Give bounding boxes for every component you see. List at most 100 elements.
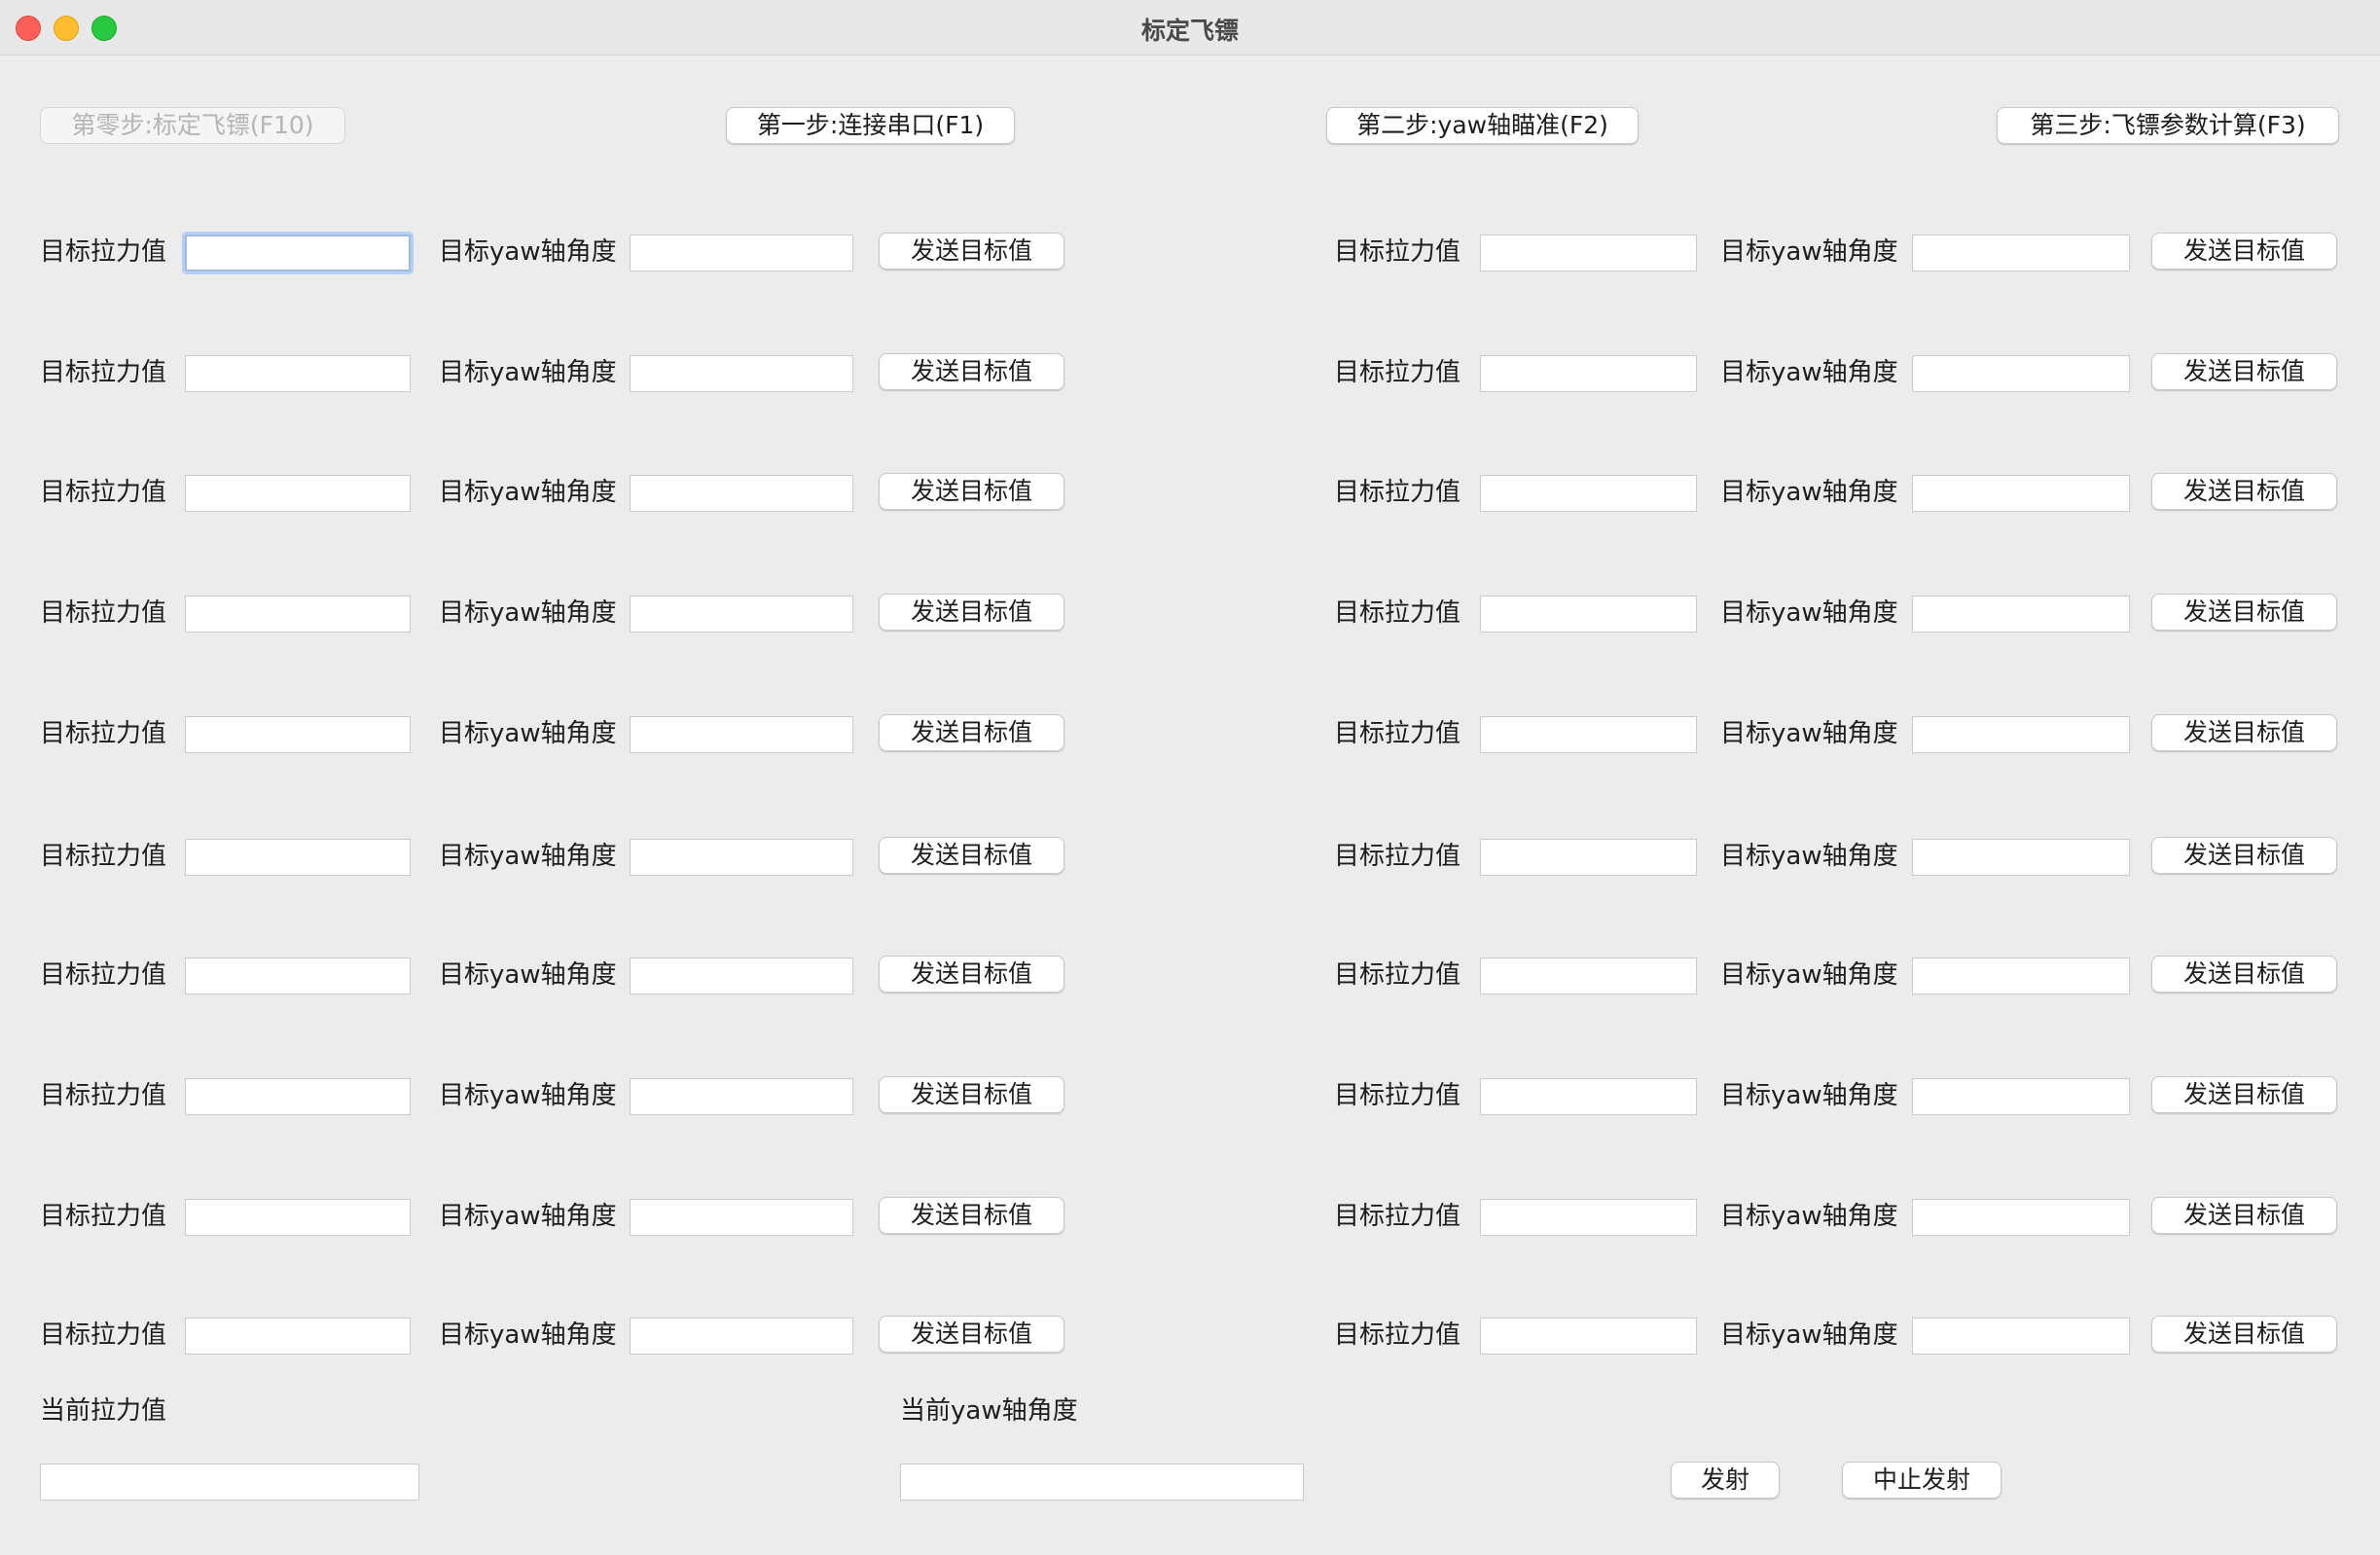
target-yaw-label: 目标yaw轴角度: [439, 237, 617, 267]
send-target-button[interactable]: 发送目标值: [879, 353, 1064, 390]
window-title: 标定飞镖: [1140, 17, 1239, 45]
target-force-input[interactable]: [185, 355, 411, 392]
target-yaw-input[interactable]: [1912, 1318, 2130, 1355]
target-force-input[interactable]: [185, 596, 411, 633]
target-yaw-input[interactable]: [1912, 1199, 2130, 1236]
target-yaw-input[interactable]: [1912, 1078, 2130, 1115]
target-yaw-label: 目标yaw轴角度: [1720, 1202, 1898, 1231]
send-target-button[interactable]: 发送目标值: [2151, 233, 2337, 270]
target-force-label: 目标拉力值: [40, 1320, 167, 1350]
target-force-input[interactable]: [1480, 839, 1697, 876]
target-yaw-input[interactable]: [630, 716, 853, 753]
target-row: 目标拉力值 目标yaw轴角度 发送目标值 目标拉力值 目标yaw轴角度 发送目标值: [0, 353, 2380, 392]
target-yaw-label: 目标yaw轴角度: [439, 960, 617, 990]
target-force-input[interactable]: [185, 235, 411, 271]
target-yaw-label: 目标yaw轴角度: [1720, 598, 1898, 628]
step1-connect-serial-button[interactable]: 第一步:连接串口(F1): [726, 107, 1015, 144]
target-row: 目标拉力值 目标yaw轴角度 发送目标值 目标拉力值 目标yaw轴角度 发送目标值: [0, 233, 2380, 271]
target-force-input[interactable]: [1480, 1318, 1697, 1355]
target-force-input[interactable]: [1480, 355, 1697, 392]
target-row: 目标拉力值 目标yaw轴角度 发送目标值 目标拉力值 目标yaw轴角度 发送目标值: [0, 837, 2380, 876]
current-force-field[interactable]: [40, 1464, 419, 1501]
target-yaw-input[interactable]: [630, 475, 853, 512]
target-force-input[interactable]: [1480, 958, 1697, 994]
send-target-button[interactable]: 发送目标值: [879, 1076, 1064, 1113]
send-target-button[interactable]: 发送目标值: [2151, 1316, 2337, 1353]
target-row: 目标拉力值 目标yaw轴角度 发送目标值 目标拉力值 目标yaw轴角度 发送目标值: [0, 1316, 2380, 1355]
target-force-input[interactable]: [185, 475, 411, 512]
target-yaw-input[interactable]: [630, 355, 853, 392]
target-force-label: 目标拉力值: [1334, 237, 1461, 267]
send-target-button[interactable]: 发送目标值: [879, 837, 1064, 874]
target-force-input[interactable]: [185, 716, 411, 753]
target-yaw-label: 目标yaw轴角度: [1720, 358, 1898, 387]
target-yaw-input[interactable]: [630, 1318, 853, 1355]
target-yaw-label: 目标yaw轴角度: [439, 478, 617, 507]
target-force-label: 目标拉力值: [1334, 1202, 1461, 1231]
send-target-button[interactable]: 发送目标值: [2151, 1197, 2337, 1234]
send-target-button[interactable]: 发送目标值: [2151, 353, 2337, 390]
target-yaw-input[interactable]: [630, 1078, 853, 1115]
target-yaw-input[interactable]: [1912, 355, 2130, 392]
target-row: 目标拉力值 目标yaw轴角度 发送目标值 目标拉力值 目标yaw轴角度 发送目标值: [0, 473, 2380, 512]
target-yaw-input[interactable]: [1912, 716, 2130, 753]
target-force-input[interactable]: [185, 958, 411, 994]
target-row: 目标拉力值 目标yaw轴角度 发送目标值 目标拉力值 目标yaw轴角度 发送目标值: [0, 1197, 2380, 1236]
send-target-button[interactable]: 发送目标值: [879, 1197, 1064, 1234]
target-yaw-input[interactable]: [630, 235, 853, 271]
target-force-input[interactable]: [185, 1199, 411, 1236]
target-force-label: 目标拉力值: [1334, 842, 1461, 871]
target-yaw-input[interactable]: [1912, 839, 2130, 876]
main-content: 第零步:标定飞镖(F10) 第一步:连接串口(F1) 第二步:yaw轴瞄准(F2…: [0, 55, 2380, 1555]
target-force-label: 目标拉力值: [40, 1202, 167, 1231]
target-force-label: 目标拉力值: [1334, 598, 1461, 628]
target-yaw-input[interactable]: [1912, 958, 2130, 994]
target-yaw-label: 目标yaw轴角度: [439, 1081, 617, 1110]
step3-dart-params-button[interactable]: 第三步:飞镖参数计算(F3): [1997, 107, 2339, 144]
target-force-input[interactable]: [1480, 475, 1697, 512]
step2-yaw-aim-button[interactable]: 第二步:yaw轴瞄准(F2): [1326, 107, 1639, 144]
send-target-button[interactable]: 发送目标值: [2151, 594, 2337, 631]
send-target-button[interactable]: 发送目标值: [879, 594, 1064, 631]
step0-calibrate-button[interactable]: 第零步:标定飞镖(F10): [40, 107, 345, 144]
send-target-button[interactable]: 发送目标值: [2151, 1076, 2337, 1113]
target-force-input[interactable]: [1480, 235, 1697, 271]
target-yaw-input[interactable]: [1912, 475, 2130, 512]
target-yaw-input[interactable]: [1912, 235, 2130, 271]
target-yaw-label: 目标yaw轴角度: [1720, 960, 1898, 990]
send-target-button[interactable]: 发送目标值: [879, 233, 1064, 270]
target-yaw-input[interactable]: [630, 1199, 853, 1236]
current-yaw-field[interactable]: [900, 1464, 1304, 1501]
send-target-button[interactable]: 发送目标值: [879, 1316, 1064, 1353]
target-force-label: 目标拉力值: [40, 842, 167, 871]
abort-fire-button[interactable]: 中止发射: [1842, 1462, 2001, 1499]
target-yaw-input[interactable]: [1912, 596, 2130, 633]
target-row: 目标拉力值 目标yaw轴角度 发送目标值 目标拉力值 目标yaw轴角度 发送目标值: [0, 594, 2380, 633]
target-force-label: 目标拉力值: [40, 358, 167, 387]
target-force-input[interactable]: [1480, 596, 1697, 633]
target-force-input[interactable]: [185, 1078, 411, 1115]
target-force-input[interactable]: [185, 839, 411, 876]
target-force-label: 目标拉力值: [40, 960, 167, 990]
current-yaw-label: 当前yaw轴角度: [900, 1396, 1078, 1426]
fire-button[interactable]: 发射: [1671, 1462, 1780, 1499]
target-force-label: 目标拉力值: [1334, 960, 1461, 990]
send-target-button[interactable]: 发送目标值: [879, 714, 1064, 751]
send-target-button[interactable]: 发送目标值: [2151, 956, 2337, 993]
target-force-input[interactable]: [1480, 1078, 1697, 1115]
send-target-button[interactable]: 发送目标值: [2151, 473, 2337, 510]
target-force-input[interactable]: [185, 1318, 411, 1355]
target-force-input[interactable]: [1480, 1199, 1697, 1236]
send-target-button[interactable]: 发送目标值: [2151, 837, 2337, 874]
target-force-input[interactable]: [1480, 716, 1697, 753]
send-target-button[interactable]: 发送目标值: [879, 473, 1064, 510]
target-yaw-input[interactable]: [630, 596, 853, 633]
target-yaw-input[interactable]: [630, 839, 853, 876]
send-target-button[interactable]: 发送目标值: [2151, 714, 2337, 751]
send-target-button[interactable]: 发送目标值: [879, 956, 1064, 993]
target-force-label: 目标拉力值: [40, 598, 167, 628]
target-yaw-input[interactable]: [630, 958, 853, 994]
target-yaw-label: 目标yaw轴角度: [1720, 1081, 1898, 1110]
target-force-label: 目标拉力值: [1334, 478, 1461, 507]
target-row: 目标拉力值 目标yaw轴角度 发送目标值 目标拉力值 目标yaw轴角度 发送目标值: [0, 1076, 2380, 1115]
